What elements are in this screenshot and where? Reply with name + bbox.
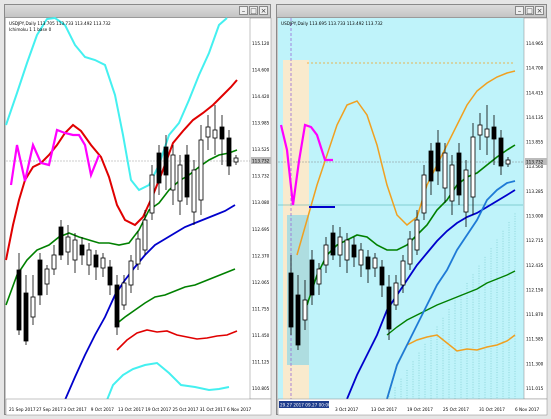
left-y-tick-label: 112.370 <box>252 253 270 258</box>
right-y-tick-label: 111.015 <box>526 386 544 391</box>
left-y-tick-label: 112.065 <box>252 280 270 285</box>
right-y-tick-label: 113.000 <box>526 214 544 219</box>
right-y-tick-label: 114.415 <box>526 90 544 95</box>
left-y-tick-label: 111.755 <box>252 306 270 311</box>
left-x-ticks: 21 Sep 2017 27 Sep 2017 3 Oct 2017 9 Oct 20… <box>9 407 251 412</box>
date-highlight-label: 29.27 2017 09.27 00:00 <box>280 403 331 408</box>
right-y-tick-label: 113.855 <box>526 140 544 145</box>
right-x-tick-label: 13 Oct 2017 <box>371 407 397 412</box>
left-x-tick-label: 6 Nov 2017 <box>227 407 251 412</box>
left-y-tick-label: 113.525 <box>252 147 270 152</box>
right-y-ticks: 114.965114.700114.415114.135113.855113.5… <box>526 41 544 391</box>
right-x-tick-label: 25 Oct 2017 <box>443 407 469 412</box>
right-price-axis[interactable] <box>523 17 548 400</box>
right-y-tick-label: 111.300 <box>526 361 544 366</box>
right-y-tick-label: 112.435 <box>526 263 544 268</box>
right-chart-canvas[interactable]: USDJPY,Daily 113.695 113.733 113.492 113… <box>277 5 548 416</box>
left-y-tick-label: 113.080 <box>252 200 270 205</box>
left-y-tick-label: 112.695 <box>252 227 270 232</box>
left-x-tick-label: 31 Oct 2017 <box>200 407 226 412</box>
left-x-tick-label: 19 Oct 2017 <box>145 407 171 412</box>
right-price-label: 113.732 <box>526 160 544 165</box>
right-y-tick-label: 114.135 <box>526 115 544 120</box>
left-x-tick-label: 27 Sep 2017 <box>36 407 63 412</box>
right-x-tick-label: 3 Oct 2017 <box>335 407 359 412</box>
right-y-tick-label: 113.285 <box>526 189 544 194</box>
right-x-tick-label: 31 Oct 2017 <box>479 407 505 412</box>
right-y-tick-label: 112.715 <box>526 238 544 243</box>
right-x-tick-label: 19 Oct 2017 <box>407 407 433 412</box>
left-y-tick-label: 110.805 <box>252 386 270 391</box>
left-y-tick-label: 113.985 <box>252 121 270 126</box>
left-x-tick-label: 3 Oct 2017 <box>64 407 88 412</box>
left-x-tick-label: 25 Oct 2017 <box>173 407 199 412</box>
left-price-axis[interactable] <box>249 17 272 400</box>
right-y-tick-label: 111.870 <box>526 312 544 317</box>
right-y-tick-label: 112.150 <box>526 287 544 292</box>
left-x-tick-label: 21 Sep 2017 <box>9 407 36 412</box>
left-y-tick-label: 113.732 <box>252 174 270 179</box>
right-y-tick-label: 114.700 <box>526 66 544 71</box>
left-price-label: 113.732 <box>252 159 270 164</box>
left-indicator-label: Ichimoku 1 1 base 0 <box>9 27 52 32</box>
left-x-tick-label: 9 Oct 2017 <box>91 407 115 412</box>
left-y-tick-label: 115.120 <box>252 41 270 46</box>
left-chart-header: USDJPY,Daily 113.705 113.733 113.492 113… <box>9 21 111 26</box>
left-y-tick-label: 111.125 <box>252 359 270 364</box>
right-chart-header: USDJPY,Daily 113.695 113.733 113.492 113… <box>281 21 383 26</box>
right-y-tick-label: 111.585 <box>526 337 544 342</box>
right-x-tick-label: 6 Nov 2017 <box>515 407 539 412</box>
left-y-tick-label: 114.420 <box>252 94 270 99</box>
left-plot-area <box>6 18 250 399</box>
right-plot-area <box>278 18 524 399</box>
left-y-tick-label: 114.600 <box>252 68 270 73</box>
right-y-tick-label: 114.965 <box>526 41 544 46</box>
left-x-tick-label: 13 Oct 2017 <box>118 407 144 412</box>
left-chart-window[interactable]: – □ × USDJPY,Daily 113.705 113.733 113.4… <box>4 4 272 416</box>
right-chart-window[interactable]: – □ × USDJPY,Daily 113.695 113.733 113.4… <box>276 4 548 416</box>
left-y-tick-label: 111.450 <box>252 333 270 338</box>
left-chart-canvas[interactable]: USDJPY,Daily 113.705 113.733 113.492 113… <box>5 5 272 416</box>
